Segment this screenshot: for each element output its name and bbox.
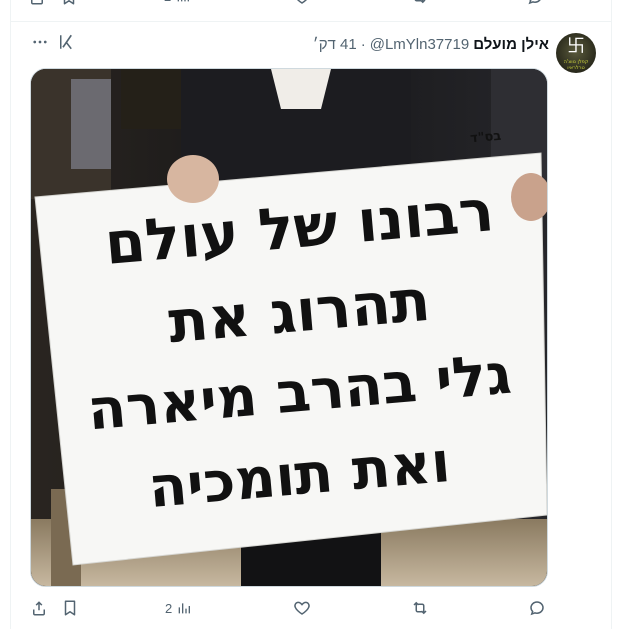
reply-icon xyxy=(528,0,541,5)
timestamp[interactable]: 41 דק׳ xyxy=(313,36,357,53)
previous-tweet-action-bar: 2 xyxy=(10,0,612,10)
more-options-button[interactable] xyxy=(30,32,50,52)
prev-bookmark-button[interactable] xyxy=(60,0,78,6)
retweet-icon xyxy=(414,0,426,4)
more-icon xyxy=(33,40,47,44)
bookmark-icon xyxy=(63,0,75,5)
reply-button[interactable] xyxy=(528,596,546,620)
share-icon xyxy=(31,0,43,5)
retweet-button[interactable] xyxy=(411,596,429,620)
heart-icon xyxy=(294,601,310,615)
sign-corner-text: בס"ד xyxy=(470,129,502,147)
timeline-right-border xyxy=(611,0,612,629)
share-button[interactable] xyxy=(30,596,48,620)
reply-icon xyxy=(530,601,544,616)
avatar-caption: קפלן נווצ'ה טרלראיו xyxy=(563,59,589,71)
tweet-image[interactable]: בס"ד רבונו של עולם תהרוג את גלי בהרב מיא… xyxy=(30,68,548,587)
avatar[interactable]: 卐 קפלן נווצ'ה טרלראיו xyxy=(556,33,596,73)
prev-views-count: 2 xyxy=(164,0,171,4)
views-count: 2 xyxy=(165,600,173,616)
tweet[interactable]: 卐 קפלן נווצ'ה טרלראיו אילן מועלם @LmYln3… xyxy=(11,22,611,629)
tweet-action-bar: 2 xyxy=(30,596,560,620)
prev-share-button[interactable] xyxy=(28,0,46,6)
protest-sign-photo: בס"ד רבונו של עולם תהרוג את גלי בהרב מיא… xyxy=(31,69,547,586)
bookmark-button[interactable] xyxy=(61,596,79,620)
bookmark-icon xyxy=(64,600,76,616)
share-icon xyxy=(33,601,45,616)
user-handle[interactable]: @LmYln37719 xyxy=(370,36,469,53)
avatar-symbol: 卐 xyxy=(567,36,585,57)
views-icon xyxy=(178,603,191,614)
prev-retweet-button[interactable] xyxy=(410,0,428,6)
prev-reply-button[interactable] xyxy=(526,0,544,6)
display-name[interactable]: אילן מועלם xyxy=(473,36,549,53)
tweet-header: אילן מועלם @LmYln37719 · 41 דק׳ xyxy=(313,34,549,54)
grok-button[interactable] xyxy=(56,32,76,52)
prev-views-button[interactable]: 2 xyxy=(164,0,191,4)
views-button[interactable]: 2 xyxy=(165,596,192,620)
grok-icon xyxy=(60,34,72,50)
views-icon xyxy=(177,0,190,2)
header-separator: · xyxy=(360,35,366,53)
prev-like-button[interactable] xyxy=(293,0,311,6)
like-button[interactable] xyxy=(293,596,311,620)
heart-icon xyxy=(297,0,307,4)
retweet-icon xyxy=(413,601,427,615)
